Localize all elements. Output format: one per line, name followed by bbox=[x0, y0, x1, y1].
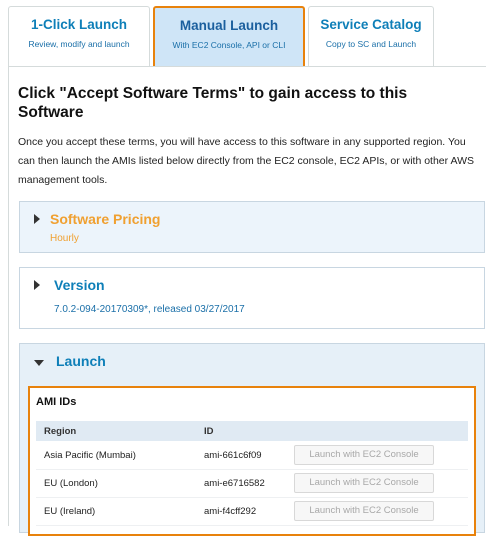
caret-down-icon[interactable] bbox=[34, 360, 44, 366]
ami-id-cell: ami-e6716582 bbox=[204, 478, 265, 489]
tab-title: Manual Launch bbox=[179, 18, 279, 33]
ami-ids-title: AMI IDs bbox=[36, 396, 77, 408]
ami-id-cell: ami-f4cff292 bbox=[204, 506, 257, 517]
table-row: EU (Ireland) ami-f4cff292 Launch with EC… bbox=[36, 498, 468, 526]
tab-content-panel: Click "Accept Software Terms" to gain ac… bbox=[8, 66, 486, 536]
table-row: Asia Pacific (Mumbai) ami-661c6f09 Launc… bbox=[36, 442, 468, 470]
caret-right-icon bbox=[34, 214, 40, 224]
version-title: Version bbox=[54, 277, 105, 293]
software-pricing-panel[interactable]: Software Pricing Hourly bbox=[19, 201, 485, 253]
caret-right-icon bbox=[34, 280, 40, 290]
launch-title[interactable]: Launch bbox=[56, 353, 106, 369]
region-cell: EU (Ireland) bbox=[44, 506, 96, 517]
ami-ids-box: AMI IDs Region ID Asia Pacific (Mumbai) … bbox=[28, 386, 476, 536]
tab-1-click-launch[interactable]: 1-Click Launch Review, modify and launch bbox=[8, 6, 150, 66]
column-header-id: ID bbox=[204, 426, 214, 437]
launch-panel: Launch AMI IDs Region ID Asia Pacific (M… bbox=[19, 343, 485, 536]
tab-subtitle: Copy to SC and Launch bbox=[325, 39, 417, 49]
tab-title: 1-Click Launch bbox=[30, 17, 128, 32]
tab-service-catalog[interactable]: Service Catalog Copy to SC and Launch bbox=[308, 6, 434, 66]
launch-with-ec2-console-button[interactable]: Launch with EC2 Console bbox=[294, 445, 434, 465]
tab-subtitle: With EC2 Console, API or CLI bbox=[172, 40, 286, 50]
region-cell: EU (London) bbox=[44, 478, 98, 489]
ami-id-cell: ami-661c6f09 bbox=[204, 450, 262, 461]
ami-table-header: Region ID bbox=[36, 421, 468, 441]
launch-tabs: 1-Click Launch Review, modify and launch… bbox=[8, 6, 486, 66]
tab-subtitle: Review, modify and launch bbox=[28, 39, 130, 49]
pricing-value: Hourly bbox=[50, 233, 79, 244]
page-heading: Click "Accept Software Terms" to gain ac… bbox=[18, 85, 408, 121]
pricing-title: Software Pricing bbox=[50, 211, 161, 227]
launch-with-ec2-console-button[interactable]: Launch with EC2 Console bbox=[294, 473, 434, 493]
tab-title: Service Catalog bbox=[320, 17, 422, 32]
version-panel[interactable]: Version 7.0.2-094-20170309*, released 03… bbox=[19, 267, 485, 329]
description-text: Once you accept these terms, you will ha… bbox=[18, 136, 474, 186]
launch-with-ec2-console-button[interactable]: Launch with EC2 Console bbox=[294, 501, 434, 521]
region-cell: Asia Pacific (Mumbai) bbox=[44, 450, 136, 461]
version-value: 7.0.2-094-20170309*, released 03/27/2017 bbox=[54, 304, 245, 315]
table-row: EU (London) ami-e6716582 Launch with EC2… bbox=[36, 470, 468, 498]
tab-manual-launch[interactable]: Manual Launch With EC2 Console, API or C… bbox=[153, 6, 305, 66]
column-header-region: Region bbox=[44, 426, 77, 437]
